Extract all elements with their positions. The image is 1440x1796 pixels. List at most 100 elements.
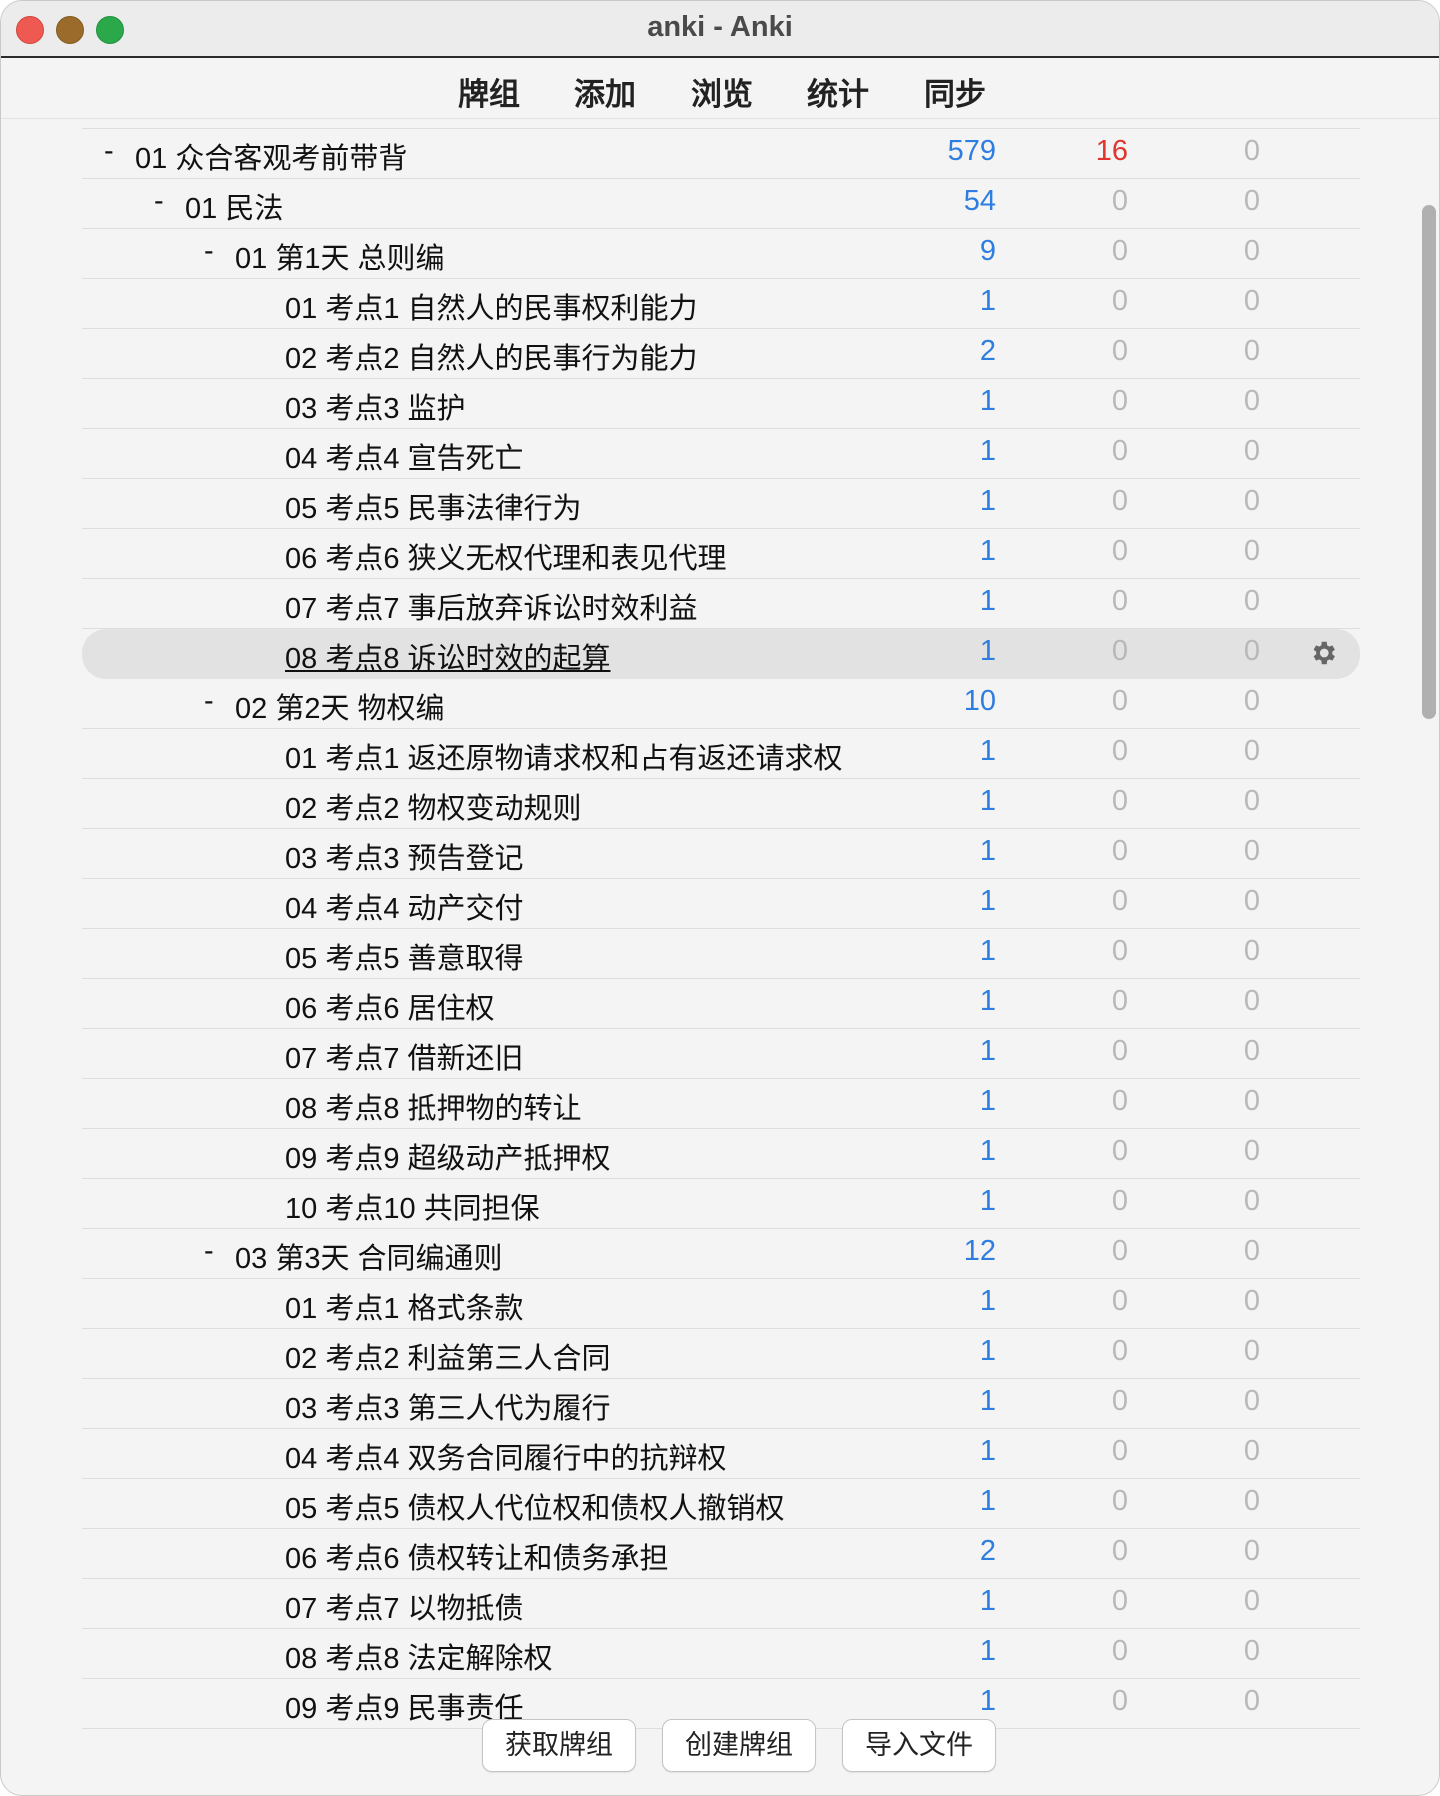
new-count: 9 <box>979 235 996 267</box>
deck-row[interactable]: 03 考点3 预告登记 1 0 0 <box>82 829 1360 879</box>
get-shared-decks-button[interactable]: 获取牌组 <box>482 1719 636 1772</box>
deck-name[interactable]: 07 考点7 以物抵债 <box>285 1585 524 1627</box>
collapse-toggle[interactable]: - <box>104 135 114 168</box>
deck-name[interactable]: 08 考点8 诉讼时效的起算 <box>285 635 611 677</box>
deck-row[interactable]: 04 考点4 动产交付 1 0 0 <box>82 879 1360 929</box>
deck-row[interactable]: 01 考点1 格式条款 1 0 0 <box>82 1279 1360 1329</box>
gear-icon[interactable] <box>1308 638 1338 668</box>
deck-name[interactable]: 01 众合客观考前带背 <box>135 135 407 177</box>
deck-row[interactable]: -01 众合客观考前带背 579 16 0 <box>82 129 1360 179</box>
deck-row[interactable]: 05 考点5 债权人代位权和债权人撤销权 1 0 0 <box>82 1479 1360 1529</box>
deck-name[interactable]: 08 考点8 抵押物的转让 <box>285 1085 582 1127</box>
new-count: 1 <box>979 835 996 867</box>
deck-name[interactable]: 02 考点2 自然人的民事行为能力 <box>285 335 698 377</box>
deck-row[interactable]: 08 考点8 法定解除权 1 0 0 <box>82 1629 1360 1679</box>
toolbar-decks[interactable]: 牌组 <box>458 69 520 114</box>
deck-row[interactable]: 03 考点3 监护 1 0 0 <box>82 379 1360 429</box>
collapse-toggle[interactable]: - <box>204 685 214 718</box>
deck-name[interactable]: 01 考点1 格式条款 <box>285 1285 524 1327</box>
deck-name[interactable]: 05 考点5 债权人代位权和债权人撤销权 <box>285 1485 785 1527</box>
deck-row[interactable]: 07 考点7 事后放弃诉讼时效利益 1 0 0 <box>82 579 1360 629</box>
deck-name[interactable]: 01 第1天 总则编 <box>235 235 445 277</box>
collapse-toggle[interactable]: - <box>154 185 164 218</box>
due-count: 0 <box>1243 1385 1260 1417</box>
learn-count: 0 <box>1111 785 1128 817</box>
deck-row[interactable]: -02 第2天 物权编 10 0 0 <box>82 679 1360 729</box>
deck-name[interactable]: 03 考点3 预告登记 <box>285 835 524 877</box>
deck-name[interactable]: 06 考点6 债权转让和债务承担 <box>285 1535 669 1577</box>
deck-name[interactable]: 01 民法 <box>185 185 283 227</box>
collapse-toggle[interactable]: - <box>204 235 214 268</box>
deck-name[interactable]: 05 考点5 民事法律行为 <box>285 485 582 527</box>
main-toolbar: 牌组 添加 浏览 统计 同步 <box>1 58 1439 119</box>
deck-row[interactable]: 03 考点3 第三人代为履行 1 0 0 <box>82 1379 1360 1429</box>
deck-list: -01 众合客观考前带背 579 16 0-01 民法 54 0 0-01 第1天 总则编 9… <box>82 129 1360 1729</box>
deck-row[interactable]: 10 考点10 共同担保 1 0 0 <box>82 1179 1360 1229</box>
deck-name[interactable]: 07 考点7 事后放弃诉讼时效利益 <box>285 585 698 627</box>
learn-count: 0 <box>1111 885 1128 917</box>
scrollbar-thumb[interactable] <box>1422 205 1436 719</box>
deck-row[interactable]: 05 考点5 善意取得 1 0 0 <box>82 929 1360 979</box>
toolbar-stats[interactable]: 统计 <box>807 69 869 114</box>
deck-row[interactable]: -03 第3天 合同编通则 12 0 0 <box>82 1229 1360 1279</box>
due-count: 0 <box>1243 1585 1260 1617</box>
deck-name[interactable]: 06 考点6 居住权 <box>285 985 495 1027</box>
learn-count: 0 <box>1111 1185 1128 1217</box>
deck-name[interactable]: 06 考点6 狭义无权代理和表见代理 <box>285 535 727 577</box>
deck-name[interactable]: 10 考点10 共同担保 <box>285 1185 540 1227</box>
due-count: 0 <box>1243 435 1260 467</box>
deck-row[interactable]: 02 考点2 利益第三人合同 1 0 0 <box>82 1329 1360 1379</box>
deck-row[interactable]: 06 考点6 居住权 1 0 0 <box>82 979 1360 1029</box>
deck-row[interactable]: 04 考点4 宣告死亡 1 0 0 <box>82 429 1360 479</box>
create-deck-button[interactable]: 创建牌组 <box>662 1719 816 1772</box>
deck-name[interactable]: 01 考点1 自然人的民事权利能力 <box>285 285 698 327</box>
deck-name[interactable]: 04 考点4 宣告死亡 <box>285 435 524 477</box>
title-bar: anki - Anki <box>1 1 1439 58</box>
deck-row[interactable]: 09 考点9 超级动产抵押权 1 0 0 <box>82 1129 1360 1179</box>
deck-row[interactable]: 08 考点8 抵押物的转让 1 0 0 <box>82 1079 1360 1129</box>
new-count: 54 <box>963 185 996 217</box>
learn-count: 16 <box>1095 135 1128 167</box>
deck-row[interactable]: 01 考点1 自然人的民事权利能力 1 0 0 <box>82 279 1360 329</box>
new-count: 1 <box>979 885 996 917</box>
deck-row[interactable]: 01 考点1 返还原物请求权和占有返还请求权 1 0 0 <box>82 729 1360 779</box>
deck-name[interactable]: 02 考点2 物权变动规则 <box>285 785 582 827</box>
deck-name[interactable]: 03 考点3 第三人代为履行 <box>285 1385 611 1427</box>
deck-name[interactable]: 03 第3天 合同编通则 <box>235 1235 503 1277</box>
deck-row[interactable]: 07 考点7 借新还旧 1 0 0 <box>82 1029 1360 1079</box>
new-count: 1 <box>979 1035 996 1067</box>
deck-name[interactable]: 02 第2天 物权编 <box>235 685 445 727</box>
deck-name[interactable]: 08 考点8 法定解除权 <box>285 1635 553 1677</box>
deck-name[interactable]: 03 考点3 监护 <box>285 385 466 427</box>
deck-row[interactable]: -01 民法 54 0 0 <box>82 179 1360 229</box>
collapse-toggle[interactable]: - <box>204 1235 214 1268</box>
deck-name[interactable]: 04 考点4 动产交付 <box>285 885 524 927</box>
new-count: 1 <box>979 585 996 617</box>
anki-window: anki - Anki 牌组 添加 浏览 统计 同步 -01 众合客观考前带背 5… <box>0 0 1440 1796</box>
deck-row[interactable]: 07 考点7 以物抵债 1 0 0 <box>82 1579 1360 1629</box>
import-file-button[interactable]: 导入文件 <box>842 1719 996 1772</box>
deck-name[interactable]: 07 考点7 借新还旧 <box>285 1035 524 1077</box>
due-count: 0 <box>1243 485 1260 517</box>
toolbar-add[interactable]: 添加 <box>574 69 636 114</box>
deck-row[interactable]: -01 第1天 总则编 9 0 0 <box>82 229 1360 279</box>
deck-name[interactable]: 01 考点1 返还原物请求权和占有返还请求权 <box>285 735 843 777</box>
toolbar-browse[interactable]: 浏览 <box>691 69 753 114</box>
deck-row[interactable]: 02 考点2 自然人的民事行为能力 2 0 0 <box>82 329 1360 379</box>
toolbar-sync[interactable]: 同步 <box>924 69 986 114</box>
deck-row[interactable]: 06 考点6 债权转让和债务承担 2 0 0 <box>82 1529 1360 1579</box>
learn-count: 0 <box>1111 385 1128 417</box>
deck-row[interactable]: 06 考点6 狭义无权代理和表见代理 1 0 0 <box>82 529 1360 579</box>
deck-name[interactable]: 04 考点4 双务合同履行中的抗辩权 <box>285 1435 727 1477</box>
deck-name[interactable]: 09 考点9 超级动产抵押权 <box>285 1135 611 1177</box>
deck-name[interactable]: 02 考点2 利益第三人合同 <box>285 1335 611 1377</box>
deck-name[interactable]: 05 考点5 善意取得 <box>285 935 524 977</box>
new-count: 1 <box>979 285 996 317</box>
deck-row[interactable]: 05 考点5 民事法律行为 1 0 0 <box>82 479 1360 529</box>
deck-row[interactable]: 04 考点4 双务合同履行中的抗辩权 1 0 0 <box>82 1429 1360 1479</box>
new-count: 1 <box>979 1685 996 1717</box>
deck-row[interactable]: 02 考点2 物权变动规则 1 0 0 <box>82 779 1360 829</box>
due-count: 0 <box>1243 1135 1260 1167</box>
deck-row[interactable]: 08 考点8 诉讼时效的起算 1 0 0 <box>82 629 1360 679</box>
due-count: 0 <box>1243 535 1260 567</box>
